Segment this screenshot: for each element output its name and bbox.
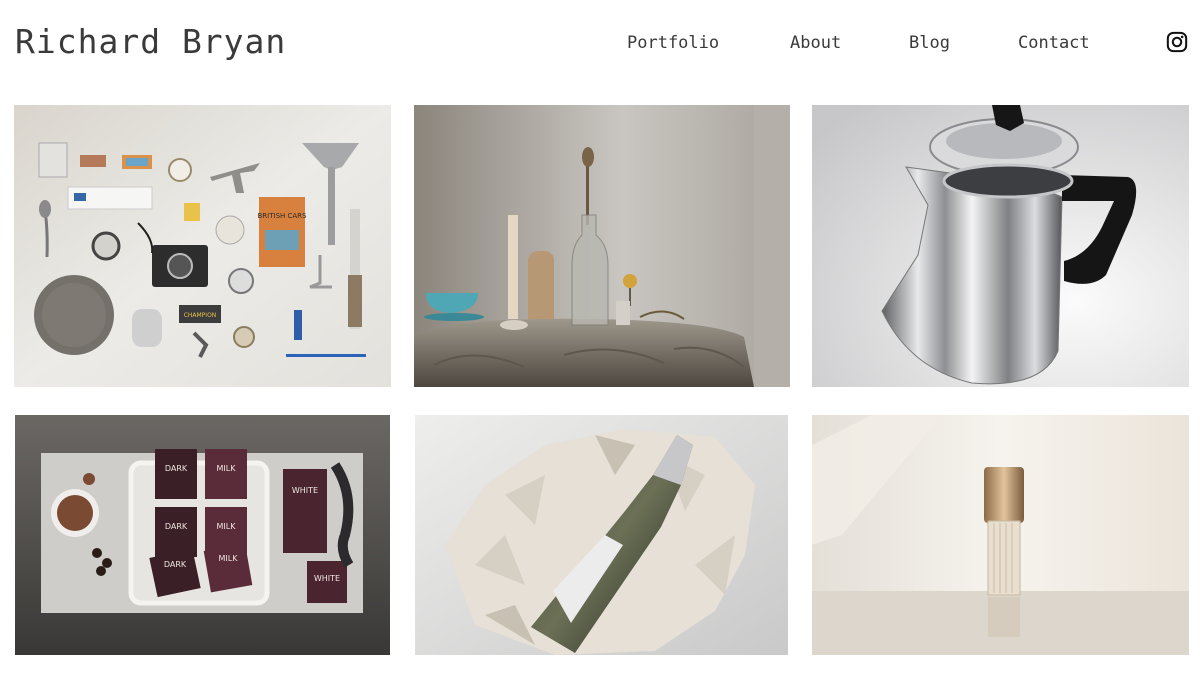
nav-portfolio[interactable]: Portfolio xyxy=(627,33,719,53)
vintage-objects-image: BRITISH CARS CHAMPION xyxy=(14,105,391,387)
bar-label: DARK xyxy=(165,464,188,473)
box-label: BRITISH CARS xyxy=(258,212,308,220)
main-nav: Portfolio About Blog Contact xyxy=(0,33,1200,57)
bar-label: WHITE xyxy=(292,486,318,495)
nav-contact[interactable]: Contact xyxy=(1018,33,1090,53)
coffee-pot-image xyxy=(812,105,1189,387)
bar-label: MILK xyxy=(219,554,239,563)
bar-label: DARK xyxy=(164,560,187,569)
gallery-item-still-life[interactable] xyxy=(414,105,790,387)
champagne-image xyxy=(415,415,788,655)
gallery-item-coffee-pot[interactable] xyxy=(812,105,1189,387)
nav-about[interactable]: About xyxy=(790,33,841,53)
bar-label: WHITE xyxy=(314,574,340,583)
bar-label: MILK xyxy=(217,464,237,473)
chocolate-image: DARK MILK WHITE DARK MILK DARK MILK WHIT… xyxy=(15,415,390,655)
still-life-image xyxy=(414,105,790,387)
gallery-item-chocolate[interactable]: DARK MILK WHITE DARK MILK DARK MILK WHIT… xyxy=(15,415,390,655)
bar-label: MILK xyxy=(217,522,237,531)
perfume-image xyxy=(812,415,1189,655)
bar-label: DARK xyxy=(165,522,188,531)
tin-label: CHAMPION xyxy=(184,312,217,319)
nav-blog[interactable]: Blog xyxy=(909,33,950,53)
gallery-item-vintage-objects[interactable]: BRITISH CARS CHAMPION xyxy=(14,105,391,387)
gallery-item-perfume[interactable] xyxy=(812,415,1189,655)
instagram-icon[interactable] xyxy=(1166,31,1188,53)
gallery-item-champagne[interactable] xyxy=(415,415,788,655)
